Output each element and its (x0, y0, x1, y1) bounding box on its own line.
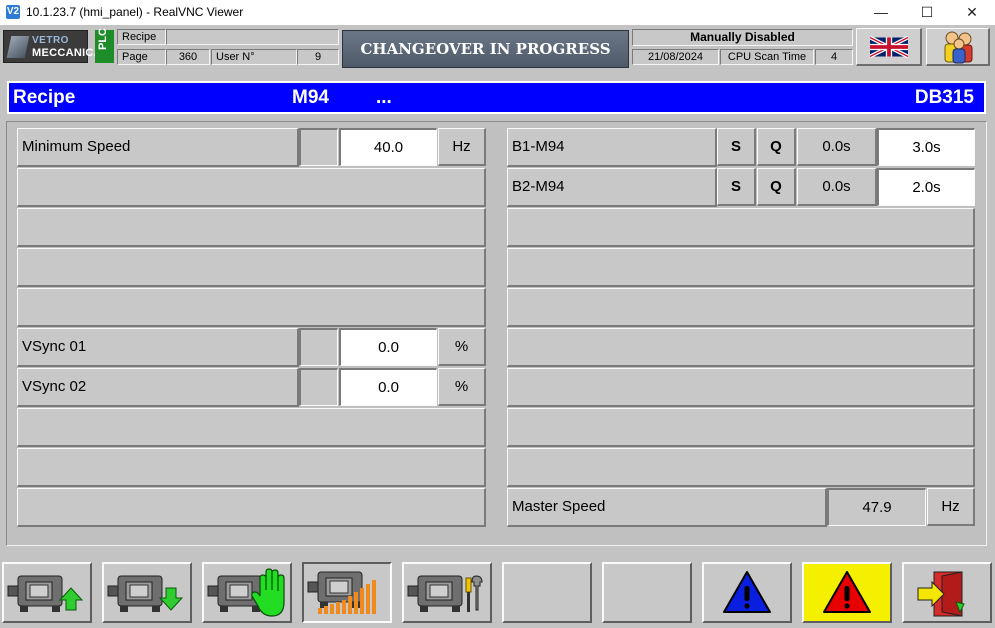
parameter-label: VSync 01 (22, 338, 87, 355)
recipe-db: DB315 (914, 87, 974, 108)
parameter-unit: % (438, 368, 486, 406)
timer-actual: 0.0s (797, 168, 877, 206)
list-item (507, 408, 975, 447)
motor-tools-button[interactable] (402, 562, 492, 623)
motor-arrow-down-icon (107, 575, 184, 612)
motor-manual-button[interactable] (202, 562, 292, 623)
plc-badge: PLC (95, 28, 114, 63)
uk-flag-icon (870, 36, 908, 58)
date-display: 21/08/2024 (632, 49, 719, 65)
blue-warning-icon (723, 571, 771, 613)
status-banner: CHANGEOVER IN PROGRESS (342, 30, 629, 68)
list-item (507, 288, 975, 327)
vsync-01-input[interactable]: 0.0 (339, 328, 437, 366)
user-label: User N° (211, 49, 297, 65)
recipe-title-bar: Recipe M94 ... DB315 (7, 81, 986, 114)
master-speed-value: 47.9 (827, 488, 926, 526)
page-number: 360 (166, 49, 210, 65)
empty-button-1[interactable] (502, 562, 592, 623)
list-item: B2-M94 (507, 168, 717, 207)
maximize-button[interactable]: ☐ (904, 0, 950, 25)
list-item: VSync 02 (17, 368, 299, 407)
motor-upload-button[interactable] (2, 562, 92, 623)
list-item (507, 448, 975, 487)
list-item (507, 368, 975, 407)
motor-download-button[interactable] (102, 562, 192, 623)
vsync-02-input[interactable]: 0.0 (339, 368, 437, 406)
parameter-unit: Hz (438, 128, 486, 166)
user-number: 9 (297, 49, 339, 65)
recipe-panel: Minimum Speed 40.0 Hz VSync 01 0.0 % VSy… (6, 121, 987, 546)
q-button[interactable]: Q (757, 168, 796, 206)
timer-label: B1-M94 (512, 138, 565, 155)
motor-ramp-button[interactable] (302, 562, 392, 623)
parameter-indicator (299, 368, 338, 406)
cpu-scan-value: 4 (815, 49, 853, 65)
b2-setpoint-input[interactable]: 2.0s (877, 168, 975, 206)
list-item (17, 248, 486, 287)
list-item: B1-M94 (507, 128, 717, 167)
recipe-code: M94 (292, 87, 329, 108)
list-item (17, 208, 486, 247)
list-item: Minimum Speed (17, 128, 299, 167)
parameter-unit: % (438, 328, 486, 366)
empty-button-2[interactable] (602, 562, 692, 623)
users-icon (944, 31, 973, 64)
cpu-scan-label: CPU Scan Time (720, 49, 814, 65)
list-item (17, 288, 486, 327)
list-item (507, 208, 975, 247)
vetro-meccanica-logo: VETRO MECCANICA (3, 30, 102, 63)
page-label: Page (117, 49, 166, 65)
hmi-screen: VETRO MECCANICA PLC Recipe Page 360 User… (0, 25, 995, 628)
timer-actual: 0.0s (797, 128, 877, 166)
recipe-name: ... (376, 87, 392, 108)
s-button[interactable]: S (717, 168, 756, 206)
red-warning-icon (823, 571, 871, 613)
minimize-button[interactable]: — (858, 0, 904, 25)
language-button[interactable] (856, 28, 922, 66)
list-item (17, 408, 486, 447)
q-button[interactable]: Q (757, 128, 796, 166)
list-item: VSync 01 (17, 328, 299, 367)
b1-setpoint-input[interactable]: 3.0s (877, 128, 975, 166)
logo-mark-icon (6, 36, 30, 58)
parameter-label: Minimum Speed (22, 138, 131, 155)
list-item (507, 248, 975, 287)
motor-tools-icon (407, 575, 483, 612)
master-speed-label: Master Speed (512, 498, 606, 515)
parameter-indicator (299, 128, 338, 166)
minimum-speed-input[interactable]: 40.0 (339, 128, 437, 166)
users-button[interactable] (926, 28, 990, 66)
realvnc-icon: V2 (6, 5, 20, 19)
manual-status: Manually Disabled (632, 29, 853, 46)
close-button[interactable]: ✕ (949, 0, 995, 25)
list-item (17, 448, 486, 487)
window-titlebar: V2 10.1.23.7 (hmi_panel) - RealVNC Viewe… (0, 0, 995, 25)
motor-hand-icon (207, 568, 285, 617)
red-alarm-button[interactable] (802, 562, 892, 623)
exit-door-icon (917, 571, 965, 617)
s-button[interactable]: S (717, 128, 756, 166)
recipe-label: Recipe (117, 29, 166, 45)
parameter-label: VSync 02 (22, 378, 87, 395)
timer-label: B2-M94 (512, 178, 565, 195)
recipe-value (166, 29, 339, 45)
list-item (507, 328, 975, 367)
motor-arrow-up-icon (7, 575, 84, 612)
list-item (17, 168, 486, 207)
motor-ramp-icon (307, 571, 376, 614)
exit-button[interactable] (902, 562, 992, 623)
list-item (17, 488, 486, 527)
recipe-bar-title: Recipe (13, 87, 76, 108)
blue-alarm-button[interactable] (702, 562, 792, 623)
parameter-indicator (299, 328, 338, 366)
window-title: 10.1.23.7 (hmi_panel) - RealVNC Viewer (26, 5, 244, 19)
master-speed-row: Master Speed (507, 488, 827, 527)
master-speed-unit: Hz (927, 488, 975, 526)
